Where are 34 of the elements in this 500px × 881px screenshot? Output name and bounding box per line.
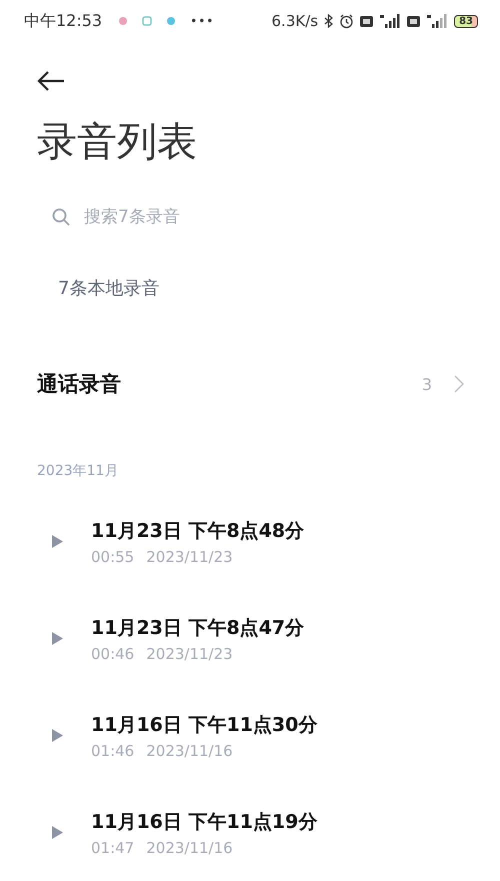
recording-duration: 01:46 [91, 742, 134, 760]
recording-duration: 00:55 [91, 548, 134, 566]
signal-icon [426, 14, 448, 28]
app-notification-icon [118, 16, 128, 26]
status-time: 中午12:53 [24, 10, 102, 32]
battery-level: 83 [454, 14, 478, 28]
page-title: 录音列表 [37, 118, 198, 166]
play-icon[interactable] [52, 729, 63, 742]
recording-date: 2023/11/16 [146, 742, 233, 760]
back-arrow-icon[interactable] [37, 70, 65, 92]
play-icon[interactable] [52, 632, 63, 645]
recording-name[interactable]: 11月23日 下午8点48分 [91, 518, 304, 544]
search-icon [52, 208, 70, 226]
recording-name[interactable]: 11月23日 下午8点47分 [91, 614, 304, 640]
month-header: 2023年11月 [37, 462, 120, 480]
play-icon[interactable] [52, 535, 63, 548]
recording-date: 2023/11/23 [146, 644, 233, 662]
app-notification-icon [142, 16, 152, 26]
network-speed: 6.3K/s [272, 12, 318, 30]
play-icon[interactable] [52, 826, 63, 839]
recording-name[interactable]: 11月16日 下午11点19分 [91, 808, 318, 834]
bluetooth-icon [324, 14, 334, 28]
app-notification-icon [166, 16, 176, 26]
recording-duration: 01:47 [91, 838, 134, 856]
recording-name[interactable]: 11月16日 下午11点30分 [91, 712, 318, 738]
more-notifications: ••• [190, 14, 214, 28]
signal-icon [379, 14, 402, 28]
recording-date: 2023/11/23 [146, 548, 233, 566]
alarm-icon [339, 14, 354, 28]
call-recordings-item[interactable]: 通话录音 3 [37, 366, 500, 402]
chevron-right-icon [454, 375, 464, 393]
recording-duration: 00:46 [91, 644, 134, 662]
local-recordings-count: 7条本地录音 [58, 277, 160, 300]
recording-date: 2023/11/16 [146, 838, 233, 856]
